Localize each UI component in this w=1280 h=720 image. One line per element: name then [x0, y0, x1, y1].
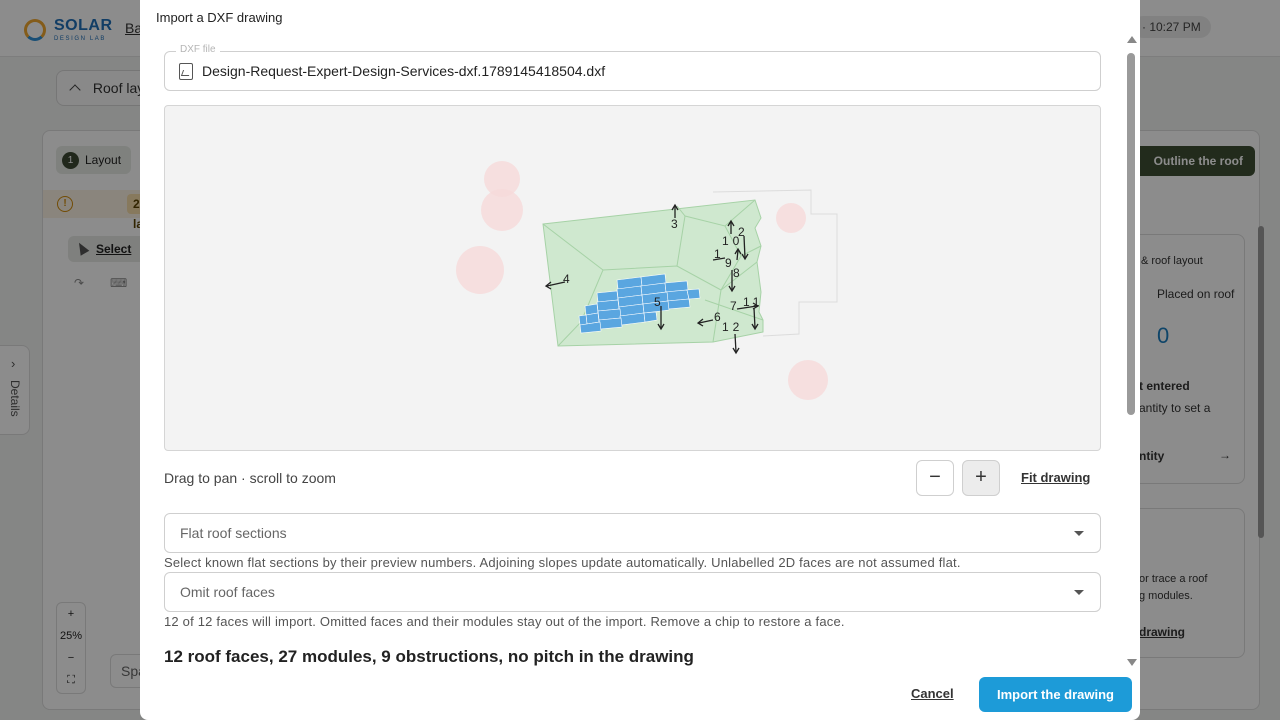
drawing-preview[interactable]: 1 2 3 4 5 6 7 8 9 10 11 12	[164, 105, 1101, 451]
import-dxf-dialog: Import a DXF drawing Design-Request-Expe…	[140, 0, 1140, 720]
omit-roof-faces-select[interactable]: Omit roof faces	[164, 572, 1101, 612]
preview-hint: Drag to pan · scroll to zoom	[164, 470, 336, 486]
chevron-down-icon	[1074, 531, 1084, 536]
dialog-title: Import a DXF drawing	[156, 10, 283, 25]
drawing-canvas: 1 2 3 4 5 6 7 8 9 10 11 12	[456, 161, 838, 400]
face-label: 1	[714, 247, 721, 261]
solar-module	[598, 317, 623, 330]
preview-zoom-in-button[interactable]: +	[962, 460, 1000, 496]
face-label: 9	[725, 256, 732, 270]
cancel-button[interactable]: Cancel	[911, 686, 954, 701]
solar-module	[578, 314, 588, 326]
file-field-label: DXF file	[176, 44, 220, 55]
scroll-up-icon[interactable]	[1127, 36, 1137, 43]
solar-module	[643, 311, 658, 323]
face-label: 7	[730, 299, 737, 313]
face-label: 11	[743, 295, 763, 309]
fit-drawing-button[interactable]: Fit drawing	[1021, 470, 1090, 485]
obstruction	[481, 189, 523, 231]
face-label: 4	[563, 272, 570, 286]
face-label: 6	[714, 310, 721, 324]
face-label: 10	[722, 234, 743, 248]
import-drawing-button[interactable]: Import the drawing	[979, 677, 1132, 712]
file-name: Design-Request-Expert-Design-Services-dx…	[202, 63, 606, 79]
obstruction	[776, 203, 806, 233]
solar-module	[686, 288, 701, 300]
omit-faces-help: 12 of 12 faces will import. Omitted face…	[164, 614, 845, 629]
import-summary: 12 roof faces, 27 modules, 9 obstruction…	[164, 647, 694, 666]
face-label: 8	[733, 266, 740, 280]
face-label: 12	[722, 320, 743, 334]
flat-sections-help: Select known flat sections by their prev…	[164, 555, 961, 570]
obstruction	[788, 360, 828, 400]
scroll-down-icon[interactable]	[1127, 659, 1137, 666]
chevron-down-icon	[1074, 590, 1084, 595]
dialog-scrollbar[interactable]	[1125, 36, 1137, 666]
obstruction	[456, 246, 504, 294]
face-label: 3	[671, 217, 678, 231]
file-icon	[179, 63, 193, 80]
preview-zoom-out-button[interactable]: −	[916, 460, 954, 496]
flat-roof-sections-placeholder: Flat roof sections	[180, 525, 287, 541]
scroll-thumb[interactable]	[1127, 53, 1135, 415]
solar-module	[666, 298, 691, 310]
omit-roof-faces-placeholder: Omit roof faces	[180, 584, 275, 600]
dxf-file-field[interactable]: Design-Request-Expert-Design-Services-dx…	[164, 51, 1101, 91]
face-label: 5	[654, 295, 661, 309]
flat-roof-sections-select[interactable]: Flat roof sections	[164, 513, 1101, 553]
